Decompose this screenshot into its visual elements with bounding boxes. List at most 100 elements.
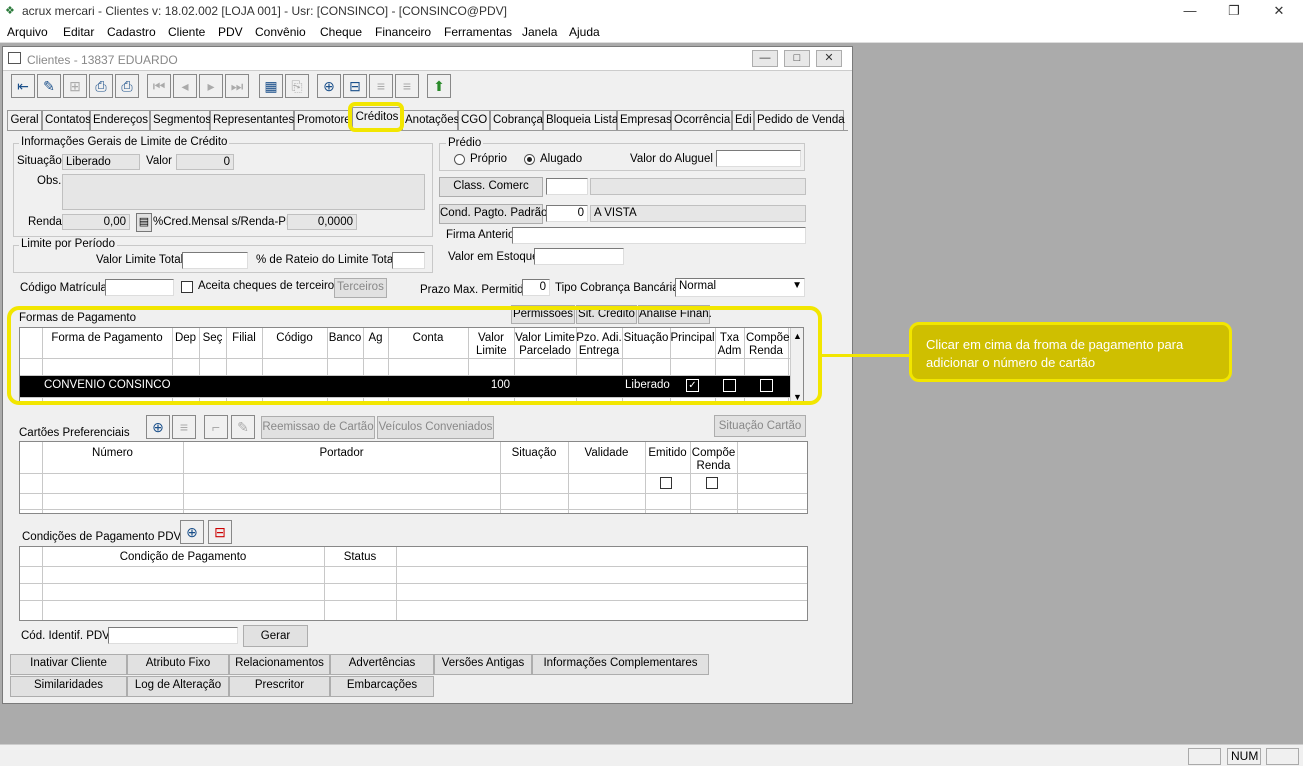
rateio-input[interactable] — [392, 252, 425, 269]
card-compoe-renda-checkbox[interactable] — [706, 477, 718, 489]
valor-limite-total-input[interactable] — [182, 252, 248, 269]
last-record-icon[interactable]: ⏭ — [225, 74, 249, 98]
embarcacoes-button[interactable]: Embarcações — [330, 676, 434, 697]
add-condition-icon[interactable]: ⊕ — [180, 520, 204, 544]
tipo-cobranca-label: Tipo Cobrança Bancária — [555, 282, 679, 294]
card-pencil-icon[interactable]: ✎ — [231, 415, 255, 439]
prazo-max-input[interactable]: 0 — [522, 279, 550, 296]
reemissao-cartao-button[interactable]: Reemissao de Cartão — [261, 416, 375, 439]
tab-anotacoes[interactable]: Anotações — [402, 110, 459, 130]
exit-icon[interactable]: ⇤ — [11, 74, 35, 98]
inativar-cliente-button[interactable]: Inativar Cliente — [10, 654, 127, 675]
pct-cred-label: %Cred.Mensal s/Renda-PF — [153, 216, 293, 228]
advertencias-button[interactable]: Advertências — [330, 654, 434, 675]
save-disk-icon[interactable]: ⎙ — [89, 74, 113, 98]
tab-representantes[interactable]: Representantes — [210, 110, 294, 130]
proprio-label: Próprio — [470, 153, 508, 165]
emitido-checkbox[interactable] — [660, 477, 672, 489]
menu-cadastro[interactable]: Cadastro — [107, 25, 156, 39]
tab-bloqueia-lista[interactable]: Bloqueia Lista — [543, 110, 618, 130]
valor-estoque-input[interactable] — [534, 248, 624, 265]
edit-pencil-icon[interactable]: ✎ — [37, 74, 61, 98]
child-restore-button[interactable]: □ — [784, 50, 810, 67]
class-comerc-code[interactable] — [546, 178, 588, 195]
row-disabled-2-icon[interactable]: ≡ — [395, 74, 419, 98]
remove-row-icon[interactable]: ⊟ — [343, 74, 367, 98]
restore-icon[interactable]: ❐ — [1224, 3, 1244, 19]
informacoes-complementares-button[interactable]: Informações Complementares — [532, 654, 709, 675]
tab-contatos[interactable]: Contatos — [42, 110, 91, 130]
tab-geral[interactable]: Geral — [7, 110, 42, 130]
obs-label: Obs. — [37, 175, 62, 187]
edit-card-icon[interactable]: ≡ — [172, 415, 196, 439]
menu-janela[interactable]: Janela — [522, 25, 557, 39]
versoes-antigas-button[interactable]: Versões Antigas — [434, 654, 532, 675]
cond-pagto-button[interactable]: Cond. Pagto. Padrão — [439, 204, 547, 224]
menu-arquivo[interactable]: Arquivo — [7, 25, 48, 39]
atributo-fixo-button[interactable]: Atributo Fixo — [127, 654, 229, 675]
renda-label: Renda — [28, 216, 62, 228]
proprio-radio[interactable] — [454, 154, 465, 165]
upload-icon[interactable]: ⬆ — [427, 74, 451, 98]
class-comerc-button[interactable]: Class. Comerc — [439, 177, 543, 197]
situacao-cartao-button[interactable]: Situação Cartão — [714, 415, 806, 437]
aceita-cheques-checkbox[interactable] — [181, 281, 193, 293]
firma-anterior-input[interactable] — [512, 227, 806, 244]
menu-cliente[interactable]: Cliente — [168, 25, 205, 39]
minimize-icon[interactable]: — — [1180, 3, 1200, 18]
alugado-radio[interactable] — [524, 154, 535, 165]
veiculos-conveniados-button[interactable]: Veículos Conveniados — [377, 416, 494, 439]
terceiros-button[interactable]: Terceiros — [334, 278, 387, 298]
close-icon[interactable]: ✕ — [1269, 3, 1289, 19]
first-record-icon[interactable]: ⏮ — [147, 74, 171, 98]
cod-identif-pdv-input[interactable] — [108, 627, 238, 644]
tab-pedido-de-venda[interactable]: Pedido de Venda — [754, 110, 845, 130]
tab-segmentos[interactable]: Segmentos — [150, 110, 211, 130]
tab-empresas[interactable]: Empresas — [617, 110, 672, 130]
tab-edi[interactable]: Edi — [732, 110, 754, 130]
menu-cheque[interactable]: Cheque — [320, 25, 362, 39]
menu-editar[interactable]: Editar — [63, 25, 94, 39]
renda-field: 0,00 — [62, 214, 130, 230]
menu-convenio[interactable]: Convênio — [255, 25, 306, 39]
prescritor-button[interactable]: Prescritor — [229, 676, 330, 697]
child-close-button[interactable]: ✕ — [816, 50, 842, 67]
menu-ajuda[interactable]: Ajuda — [569, 25, 600, 39]
next-record-icon[interactable]: ▸ — [199, 74, 223, 98]
gerar-button[interactable]: Gerar — [243, 625, 308, 647]
calculator-icon[interactable]: ▤ — [136, 213, 152, 232]
grid-icon[interactable]: ▦ — [259, 74, 283, 98]
log-alteracao-button[interactable]: Log de Alteração — [127, 676, 229, 697]
tab-ocorrencia[interactable]: Ocorrência — [671, 110, 732, 130]
col-card-situacao: Situação — [511, 447, 557, 459]
card-icon[interactable]: ⌐ — [204, 415, 228, 439]
remove-condition-icon[interactable]: ⊟ — [208, 520, 232, 544]
add-card-icon[interactable]: ⊕ — [146, 415, 170, 439]
tab-cgo[interactable]: CGO — [458, 110, 490, 130]
print-icon[interactable]: ⎙ — [115, 74, 139, 98]
condicoes-pdv-grid[interactable]: Condição de Pagamento Status — [19, 546, 808, 621]
row-disabled-icon[interactable]: ≡ — [369, 74, 393, 98]
valor-aluguel-input[interactable] — [716, 150, 801, 167]
prev-record-icon[interactable]: ◂ — [173, 74, 197, 98]
add-row-icon[interactable]: ⊕ — [317, 74, 341, 98]
relacionamentos-button[interactable]: Relacionamentos — [229, 654, 330, 675]
cond-pagto-desc: A VISTA — [590, 205, 806, 222]
cartoes-grid[interactable]: Número Portador Situação Validade Emitid… — [19, 441, 808, 514]
copy-icon[interactable]: ⎘ — [285, 74, 309, 98]
tab-promotores[interactable]: Promotores — [294, 110, 356, 130]
tree-icon[interactable]: ⊞ — [63, 74, 87, 98]
tipo-cobranca-value: Normal — [679, 280, 717, 292]
col-portador: Portador — [319, 447, 364, 459]
tab-cobranca[interactable]: Cobrança — [490, 110, 543, 130]
menu-pdv[interactable]: PDV — [218, 25, 243, 39]
menu-financeiro[interactable]: Financeiro — [375, 25, 431, 39]
tab-enderecos[interactable]: Endereços — [90, 110, 150, 130]
codigo-matricula-input[interactable] — [105, 279, 174, 296]
menu-ferramentas[interactable]: Ferramentas — [444, 25, 512, 39]
cond-pagto-code[interactable]: 0 — [546, 205, 588, 222]
child-minimize-button[interactable]: — — [752, 50, 778, 67]
tipo-cobranca-select[interactable]: Normal ▼ — [675, 278, 805, 297]
similaridades-button[interactable]: Similaridades — [10, 676, 127, 697]
clientes-window-title-bar: Clientes - 13837 EDUARDO — □ ✕ — [3, 47, 852, 71]
